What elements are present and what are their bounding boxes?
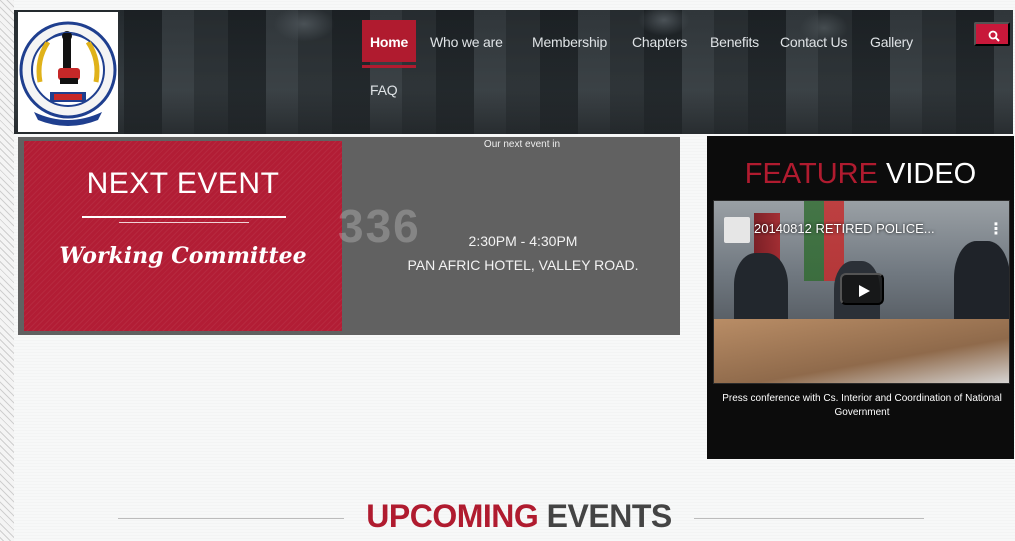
logo-emblem-icon [19, 21, 117, 126]
main-nav: Home Who we are Membership Chapters Bene… [362, 20, 932, 110]
next-event-name[interactable]: Working Committee [24, 243, 342, 269]
next-event-time: 2:30PM - 4:30PM [468, 233, 578, 249]
nav-contact-us[interactable]: Contact Us [780, 20, 847, 62]
next-event-title: NEXT EVENT [86, 167, 280, 200]
feature-title-part2: VIDEO [886, 158, 977, 190]
heading-rule-left [118, 518, 344, 519]
nav-benefits[interactable]: Benefits [710, 20, 759, 62]
upcoming-part2: EVENTS [546, 498, 673, 534]
next-event-panel: NEXT EVENT Working Committee [24, 141, 342, 331]
play-button[interactable] [840, 273, 884, 305]
video-player[interactable]: 20140812 RETIRED POLICE... ⋮ [713, 200, 1010, 384]
feature-video-title: FEATURE VIDEO [707, 158, 1014, 191]
site-logo[interactable] [18, 12, 118, 132]
event-divider-small [119, 222, 249, 223]
search-button[interactable] [974, 22, 1010, 46]
search-icon [988, 30, 1000, 42]
video-title[interactable]: 20140812 RETIRED POLICE... [754, 221, 984, 236]
play-icon [859, 285, 870, 297]
video-caption: Press conference with Cs. Interior and C… [722, 393, 1002, 418]
video-scene-table [714, 319, 1009, 383]
upcoming-part1: UPCOMING [366, 498, 539, 534]
channel-avatar-icon[interactable] [724, 217, 750, 243]
nav-membership[interactable]: Membership [532, 20, 607, 62]
next-event-band: NEXT EVENT Working Committee Our next ev… [18, 137, 680, 335]
nav-gallery[interactable]: Gallery [870, 20, 913, 62]
feature-video-panel: FEATURE VIDEO 20140812 RETIRED POLICE...… [707, 136, 1014, 459]
nav-chapters[interactable]: Chapters [632, 20, 687, 62]
upcoming-events-heading: UPCOMING EVENTS [344, 498, 694, 535]
next-event-venue: PAN AFRIC HOTEL, VALLEY ROAD. [407, 257, 639, 273]
feature-title-part1: FEATURE [744, 158, 878, 190]
nav-who-we-are[interactable]: Who we are [430, 20, 503, 62]
nav-home[interactable]: Home [362, 20, 417, 68]
event-divider [82, 216, 286, 218]
page-left-border [0, 0, 14, 541]
site-header: Home Who we are Membership Chapters Bene… [14, 10, 1013, 134]
heading-rule-right [694, 518, 924, 519]
nav-faq[interactable]: FAQ [370, 68, 398, 110]
video-menu-icon[interactable]: ⋮ [988, 219, 1004, 239]
next-event-caption: Our next event in [483, 139, 561, 150]
